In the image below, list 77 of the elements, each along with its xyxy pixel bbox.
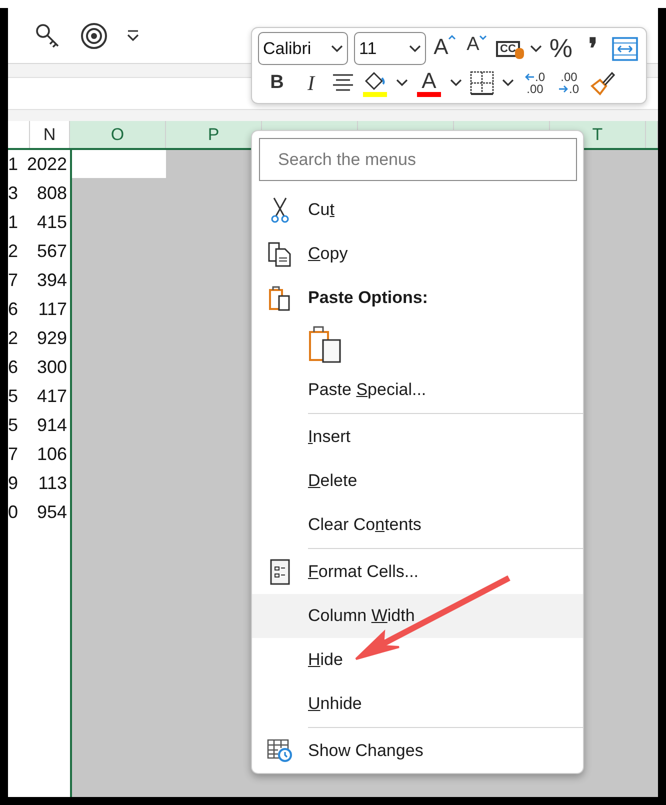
table-cell-text: 9	[8, 472, 20, 495]
percent-button[interactable]: %	[548, 34, 574, 64]
right-arrow-icon	[558, 85, 569, 93]
menu-item[interactable]: Hide	[252, 638, 583, 682]
borders-icon[interactable]	[470, 71, 494, 95]
fill-color-icon[interactable]	[362, 69, 388, 97]
scissors-icon	[270, 197, 290, 223]
caret-icon[interactable]	[396, 79, 408, 87]
menu-heading: Paste Options:	[308, 288, 428, 308]
align-center-icon[interactable]	[332, 73, 354, 93]
caret-down-icon	[479, 34, 488, 40]
left-arrow-icon	[524, 73, 535, 81]
font-size-select[interactable]: 11	[354, 32, 426, 65]
table-cell-text: 3	[8, 182, 20, 205]
menu-item[interactable]: Cut	[252, 188, 583, 232]
table-cell-text: 6	[8, 298, 20, 321]
menu-item[interactable]: Copy	[252, 232, 583, 276]
table-cell-text: 0	[8, 501, 20, 524]
menu-item[interactable]: Paste Special...	[252, 368, 583, 412]
clipboard-icon	[268, 285, 292, 311]
caret-icon[interactable]	[331, 44, 343, 52]
menu-item[interactable]: Insert	[252, 415, 583, 459]
bold-button[interactable]: B	[264, 68, 290, 98]
copy-icon	[267, 241, 293, 267]
comma-style-button[interactable]: ❜	[580, 34, 606, 64]
table-cell-text: 2	[8, 240, 20, 263]
menu-item[interactable]: Delete	[252, 459, 583, 503]
table-cell-text: 113	[37, 472, 68, 495]
table-cell-text: 1	[8, 153, 20, 176]
table-cell-text: 914	[36, 414, 68, 437]
table-cell-text: 394	[36, 269, 68, 292]
table-cell-text: 808	[36, 182, 68, 205]
table-cell-text: 2	[8, 327, 20, 350]
grow-font-button[interactable]: A	[432, 34, 458, 64]
increase-decimal-button[interactable]: .0 .00	[522, 68, 548, 98]
caret-icon[interactable]	[450, 79, 462, 87]
paintbrush-icon[interactable]	[590, 70, 616, 96]
shrink-font-button[interactable]: A	[464, 34, 490, 64]
column-header[interactable]: P	[166, 121, 262, 148]
table-cell-text: 417	[36, 385, 68, 408]
menu-item[interactable]: Unhide	[252, 682, 583, 726]
target-icon[interactable]	[80, 22, 108, 50]
font-select[interactable]: Calibri	[258, 32, 348, 65]
decrease-decimal-button[interactable]: .00 .0	[556, 68, 582, 98]
menu-item[interactable]: Clear Contents	[252, 503, 583, 547]
table-cell-text: 929	[36, 327, 68, 350]
table-cell-text: 415	[36, 211, 68, 234]
customize-toolbar-icon[interactable]	[126, 30, 140, 42]
paste-button[interactable]	[308, 325, 342, 363]
table-cell-text: 2022	[30, 153, 68, 176]
caret-icon[interactable]	[409, 44, 421, 52]
caret-up-icon	[448, 34, 456, 40]
table-cell-text: 5	[8, 414, 20, 437]
table-cell-text: 6	[8, 356, 20, 379]
table-cell-text: 1	[8, 211, 20, 234]
wrap-text-icon[interactable]	[612, 36, 638, 60]
table-cell-text: 567	[36, 240, 68, 263]
caret-icon[interactable]	[530, 44, 542, 52]
search-field[interactable]: Search the menus	[259, 138, 577, 181]
table-cell-text: 7	[8, 443, 20, 466]
column-header[interactable]: O	[70, 121, 166, 148]
show-changes-icon	[267, 739, 293, 763]
menu-item[interactable]: Format Cells...	[252, 550, 583, 594]
active-cell[interactable]	[72, 150, 166, 178]
caret-icon[interactable]	[502, 79, 514, 87]
table-cell-text: 954	[36, 501, 68, 524]
table-cell-text: 5	[8, 385, 20, 408]
menu-item[interactable]: Show Changes	[252, 729, 583, 773]
table-cell-text: 300	[36, 356, 68, 379]
table-cell-text: 106	[36, 443, 68, 466]
format-cells-icon	[270, 559, 290, 585]
table-cell-text: 7	[8, 269, 20, 292]
number-format-button[interactable]: CC	[496, 34, 524, 64]
menu-item[interactable]: Column Width	[252, 594, 583, 638]
font-color-button[interactable]: A	[416, 68, 442, 98]
table-cell-text: 117	[37, 298, 68, 321]
italic-button[interactable]: I	[298, 68, 324, 98]
